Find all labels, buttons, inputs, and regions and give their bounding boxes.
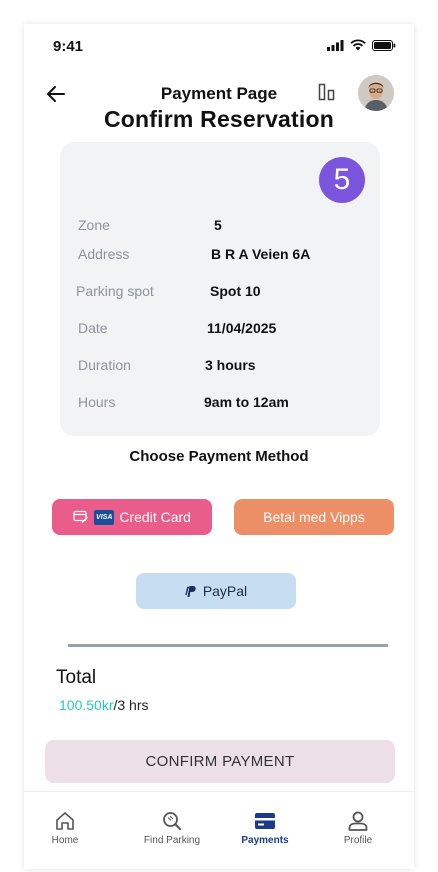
hours-value: 9am to 12am (204, 394, 289, 410)
profile-icon (348, 811, 368, 831)
search-icon (163, 812, 181, 830)
status-time: 9:41 (53, 38, 84, 55)
vipps-button[interactable]: Betal med Vipps (234, 499, 394, 535)
chart-icon[interactable] (318, 83, 336, 101)
zone-badge: 5 (319, 157, 365, 203)
nav-payments-label: Payments (241, 835, 289, 846)
card-icon (255, 813, 275, 829)
duration-value: 3 hours (205, 357, 256, 373)
paypal-icon (185, 585, 196, 597)
hours-label: Hours (78, 394, 116, 410)
nav-find-parking[interactable]: Find Parking (127, 810, 217, 846)
nav-home-label: Home (51, 835, 79, 846)
home-icon (56, 812, 74, 830)
nav-profile-label: Profile (343, 835, 373, 846)
divider (68, 644, 388, 647)
total-label: Total (56, 667, 97, 688)
confirm-payment-button[interactable]: CONFIRM PAYMENT (45, 740, 395, 783)
nav-home[interactable]: Home (24, 810, 110, 846)
total-duration: /3 hrs (113, 697, 149, 713)
signal-icon (327, 39, 344, 51)
total-price: 100.50kr (59, 697, 114, 713)
zone-label: Zone (78, 217, 110, 233)
zone-value: 5 (214, 217, 222, 233)
address-value: B R A Veien 6A (211, 246, 311, 262)
date-value: 11/04/2025 (207, 320, 277, 336)
payment-method-title: Choose Payment Method (129, 448, 309, 465)
duration-label: Duration (78, 357, 131, 373)
nav-payments[interactable]: Payments (220, 810, 310, 846)
page-title: Payment Page (160, 84, 278, 103)
vipps-label: Betal med Vipps (263, 509, 365, 525)
bottom-nav: Home Find Parking Payments Profile (24, 791, 414, 869)
status-icons (327, 39, 396, 51)
parking-spot-label: Parking spot (76, 283, 154, 299)
address-label: Address (78, 246, 130, 262)
nav-find-parking-label: Find Parking (143, 835, 201, 846)
battery-icon (372, 39, 396, 51)
paypal-label: PayPal (202, 583, 248, 599)
visa-logo: VISA (94, 509, 115, 525)
phone-screen: 9:41 Payment Page Confirm Reservation 5 … (24, 24, 414, 869)
credit-card-button[interactable]: VISA Credit Card (52, 499, 212, 535)
nav-profile[interactable]: Profile (313, 810, 403, 846)
card-edit-icon (73, 510, 88, 523)
date-label: Date (78, 320, 108, 336)
paypal-button[interactable]: PayPal (136, 573, 296, 609)
parking-spot-value: Spot 10 (210, 283, 261, 299)
wifi-icon (350, 39, 366, 51)
credit-card-label: Credit Card (119, 509, 191, 525)
price-line: 100.50kr/3 hrs (59, 697, 149, 713)
confirm-reservation-heading: Confirm Reservation (103, 106, 334, 132)
